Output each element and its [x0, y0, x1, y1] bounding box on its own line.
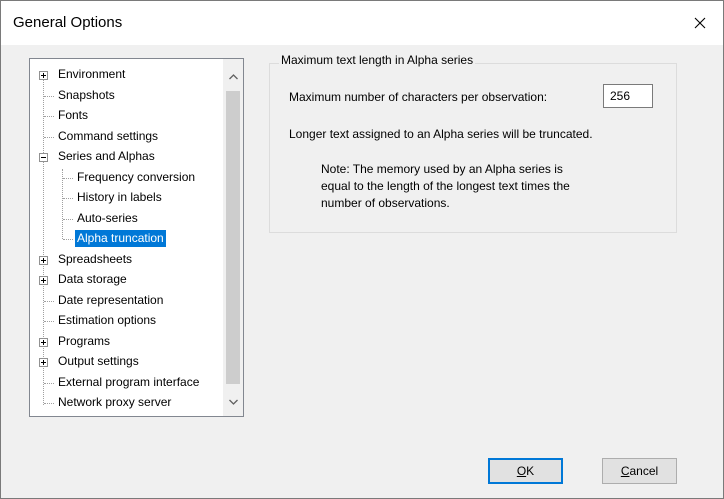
scroll-thumb[interactable] [226, 91, 240, 384]
tree-connector [44, 321, 54, 322]
collapse-minus-icon[interactable] [39, 153, 48, 162]
tree-item-label: Fonts [58, 108, 89, 122]
expand-plus-icon[interactable] [39, 358, 48, 367]
tree-connector [63, 178, 73, 179]
tree-item-estimation-options[interactable]: Estimation options [30, 311, 223, 331]
chevron-down-icon [228, 399, 238, 405]
tree-item-spreadsheets[interactable]: Spreadsheets [30, 250, 223, 270]
tree-item-history-in-labels[interactable]: History in labels [30, 188, 223, 208]
tree-connector [63, 198, 73, 199]
window-title: General Options [13, 14, 123, 31]
note-line-1: Note: The memory used by an Alpha series… [321, 162, 563, 176]
tree-connector [44, 301, 54, 302]
tree-item-snapshots[interactable]: Snapshots [30, 86, 223, 106]
close-icon [694, 17, 706, 29]
tree-connector [63, 219, 73, 220]
note-line-2: equal to the length of the longest text … [321, 179, 570, 193]
tree-item-label: Programs [58, 334, 111, 348]
tree-item-external-program-interface[interactable]: External program interface [30, 373, 223, 393]
tree-item-label: Date representation [58, 293, 164, 307]
ok-label-rest: K [526, 464, 535, 478]
max-chars-label: Maximum number of characters per observa… [289, 90, 548, 104]
expand-plus-icon[interactable] [39, 338, 48, 347]
cancel-label-rest: ancel [629, 464, 659, 478]
truncation-text: Longer text assigned to an Alpha series … [289, 127, 593, 141]
tree-item-label: Estimation options [58, 313, 157, 327]
tree-item-label: Environment [58, 67, 126, 81]
ok-button[interactable]: OK [488, 458, 563, 484]
tree-connector [44, 137, 54, 138]
max-chars-value: 256 [610, 89, 631, 103]
tree-item-alpha-truncation[interactable]: Alpha truncation [30, 229, 223, 249]
close-button[interactable] [677, 1, 723, 45]
group-title: Maximum text length in Alpha series [279, 53, 476, 67]
tree-item-label: Snapshots [58, 88, 115, 102]
tree-item-label: Output settings [58, 354, 139, 368]
note-line-3: number of observations. [321, 196, 450, 210]
tree-connector [44, 96, 54, 97]
tree-connector [44, 403, 54, 404]
tree-item-series-and-alphas[interactable]: Series and Alphas [30, 147, 223, 167]
tree-item-label: History in labels [77, 190, 162, 204]
tree-item-label: Series and Alphas [58, 149, 155, 163]
tree-item-auto-series[interactable]: Auto-series [30, 209, 223, 229]
tree-connector [44, 383, 54, 384]
tree-item-command-settings[interactable]: Command settings [30, 127, 223, 147]
chevron-up-icon [228, 74, 238, 80]
max-chars-input[interactable]: 256 [603, 84, 653, 108]
cancel-button[interactable]: Cancel [602, 458, 677, 484]
tree-item-date-representation[interactable]: Date representation [30, 291, 223, 311]
scroll-down-button[interactable] [223, 392, 243, 412]
tree-item-label: External program interface [58, 375, 200, 389]
tree-item-network-proxy-server[interactable]: Network proxy server [30, 393, 223, 413]
tree-scrollbar[interactable] [223, 59, 243, 416]
tree-item-label: Auto-series [77, 211, 138, 225]
tree-connector [63, 239, 73, 240]
expand-plus-icon[interactable] [39, 256, 48, 265]
tree-item-output-settings[interactable]: Output settings [30, 352, 223, 372]
tree-item-fonts[interactable]: Fonts [30, 106, 223, 126]
tree-item-environment[interactable]: Environment [30, 65, 223, 85]
title-bar: General Options [1, 1, 723, 45]
expand-plus-icon[interactable] [39, 276, 48, 285]
tree-item-programs[interactable]: Programs [30, 332, 223, 352]
tree-item-label: Command settings [58, 129, 159, 143]
tree-item-label: Alpha truncation [75, 230, 166, 247]
tree-connector [44, 116, 54, 117]
tree-item-label: Spreadsheets [58, 252, 133, 266]
ok-mnemonic: O [516, 464, 527, 478]
tree-item-data-storage[interactable]: Data storage [30, 270, 223, 290]
tree-item-label: Network proxy server [58, 395, 172, 409]
general-options-dialog: General Options Environment Snapshots Fo… [0, 0, 724, 499]
tree-item-label: Data storage [58, 272, 127, 286]
expand-plus-icon[interactable] [39, 71, 48, 80]
tree-item-label: Frequency conversion [77, 170, 196, 184]
tree-item-frequency-conversion[interactable]: Frequency conversion [30, 168, 223, 188]
options-tree[interactable]: Environment Snapshots Fonts Command sett… [29, 58, 244, 417]
scroll-up-button[interactable] [223, 67, 243, 87]
